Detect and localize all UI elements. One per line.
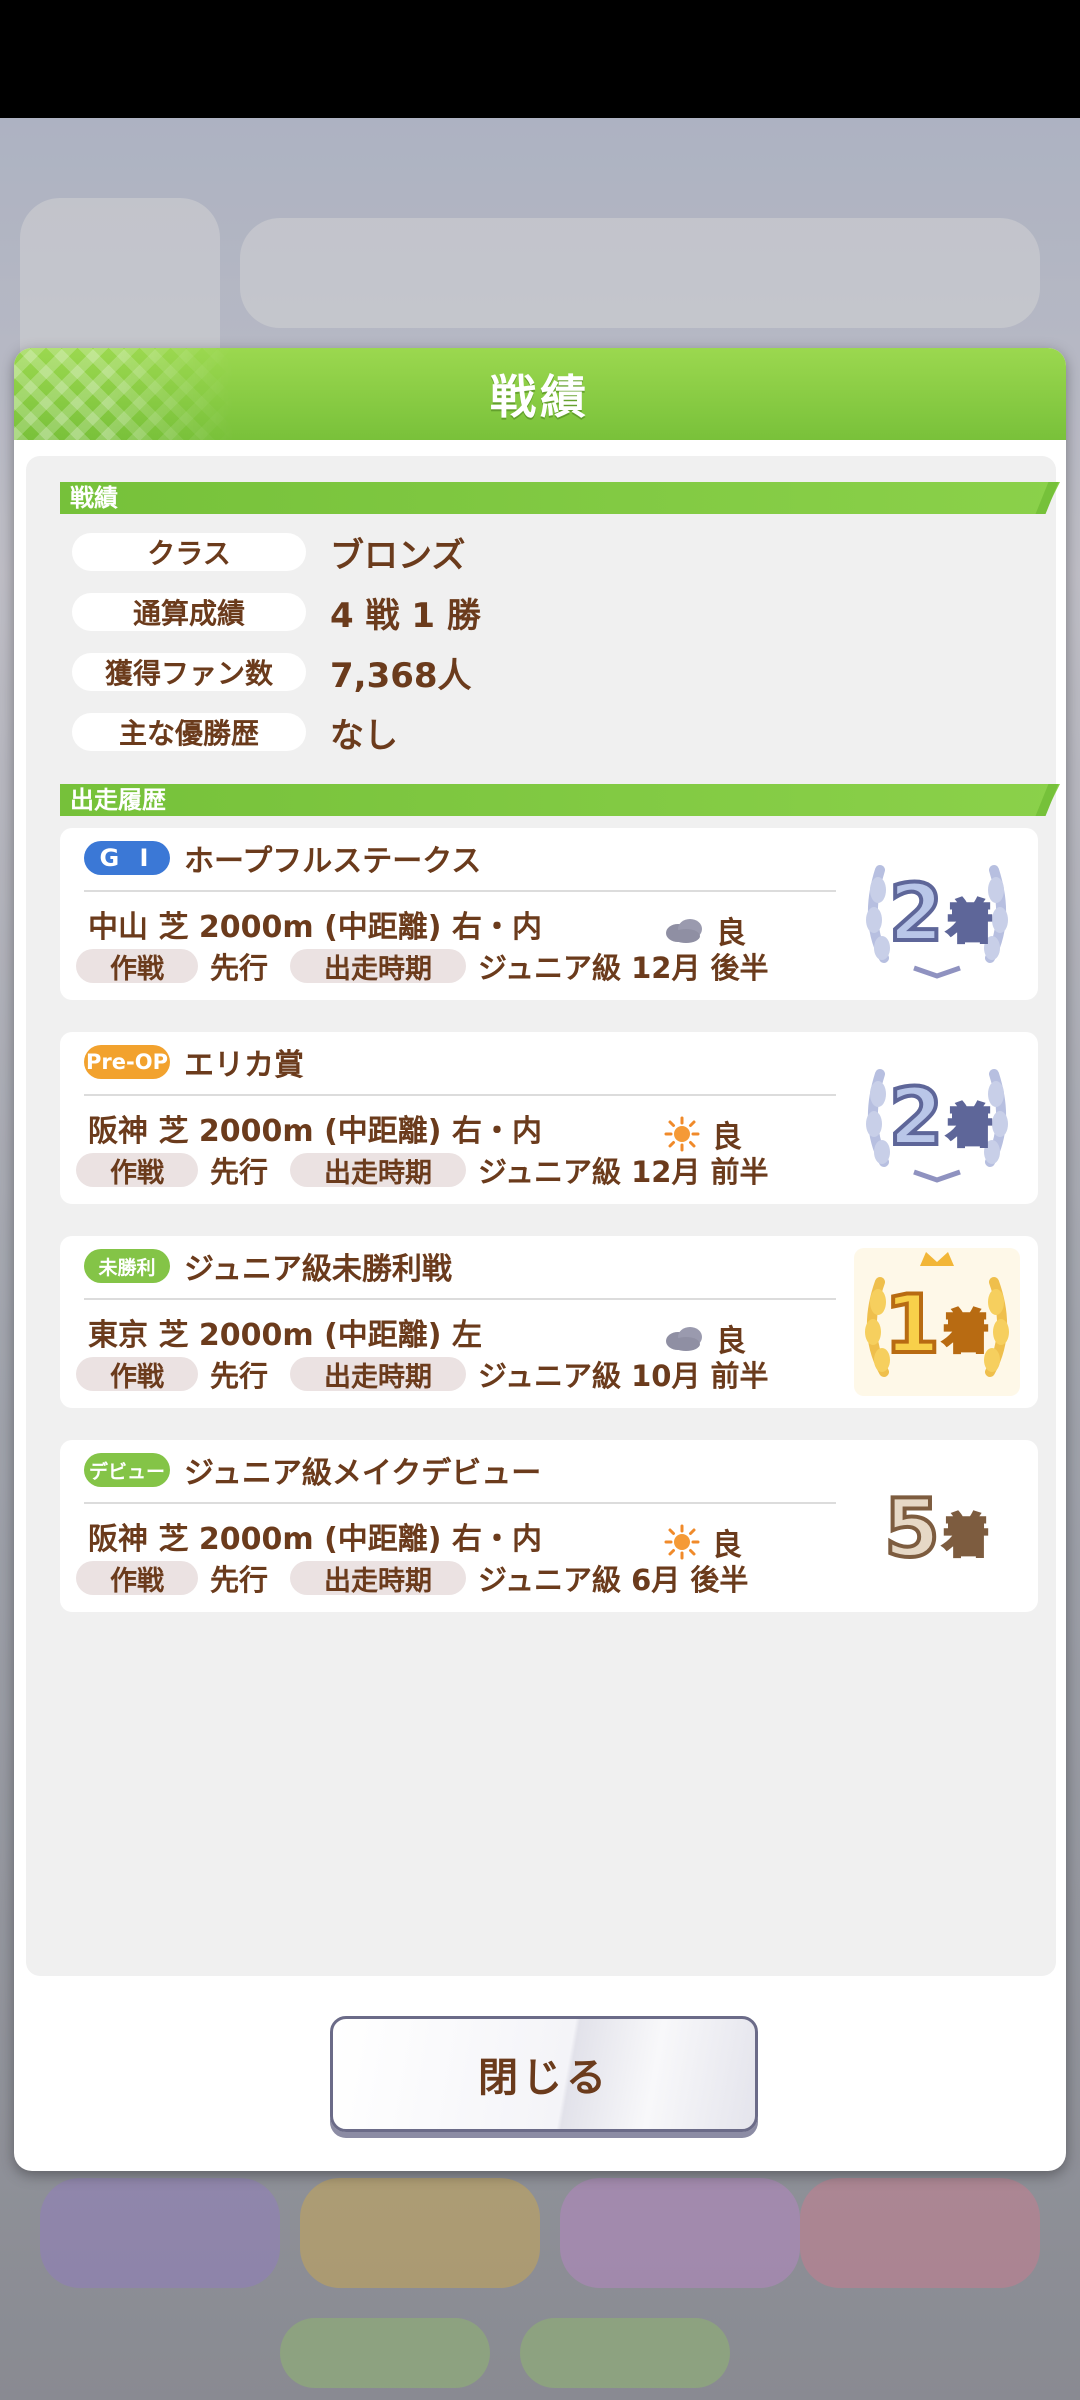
record-section-label: 戦績 — [70, 484, 118, 512]
dialog-title: 戦績 — [490, 370, 590, 424]
record-panel: 戦績 クラス ブロンズ 通算成績 4 戦 1 勝 獲得ファン数 7,368人 主… — [26, 456, 1060, 1976]
period-label: 出走時期 — [290, 1357, 467, 1393]
stat-value-total-record: 4 戦 1 勝 — [330, 595, 481, 636]
strategy-label: 作戦 — [76, 949, 198, 985]
race-card[interactable]: 未勝利 ジュニア級未勝利戦 東京 芝 2000m (中距離) 左 良 作戦 先行… — [60, 1236, 1038, 1408]
sunny-icon — [664, 1116, 700, 1152]
svg-text:5: 5 — [884, 1482, 940, 1575]
race-detail: 東京 芝 2000m (中距離) 左 — [88, 1318, 482, 1353]
svg-text:1: 1 — [884, 1278, 940, 1371]
race-detail: 阪神 芝 2000m (中距離) 右・内 — [88, 1522, 542, 1557]
period-label: 出走時期 — [290, 1153, 467, 1189]
svg-text:2: 2 — [889, 869, 943, 959]
place-silver-2-icon: 2 着 — [866, 1069, 1008, 1183]
status-bar — [0, 0, 1080, 118]
race-name: ホープフルステークス — [184, 844, 482, 879]
cloudy-icon — [666, 1327, 702, 1351]
race-card[interactable]: Pre-OP エリカ賞 阪神 芝 2000m (中距離) 右・内 良 作戦 先行… — [60, 1032, 1038, 1204]
stat-row-fans: 獲得ファン数 7,368人 — [72, 652, 472, 696]
grade-badge: Pre-OP — [84, 1045, 170, 1079]
stat-row-class: クラス ブロンズ — [72, 532, 465, 576]
svg-text:着: 着 — [947, 1099, 993, 1153]
race-detail: 中山 芝 2000m (中距離) 右・内 — [88, 910, 542, 945]
race-name: ジュニア級メイクデビュー — [184, 1456, 542, 1491]
strategy-value: 先行 — [210, 1359, 269, 1393]
race-card[interactable]: デビュー ジュニア級メイクデビュー 阪神 芝 2000m (中距離) 右・内 良… — [60, 1440, 1038, 1612]
grade-badge: G I — [84, 841, 170, 875]
period-value: ジュニア級 12月 後半 — [478, 951, 769, 985]
race-name: エリカ賞 — [184, 1048, 304, 1083]
strategy-label: 作戦 — [76, 1561, 198, 1597]
strategy-value: 先行 — [210, 1563, 269, 1597]
stat-row-total-record: 通算成績 4 戦 1 勝 — [72, 592, 481, 636]
period-value: ジュニア級 6月 後半 — [478, 1563, 749, 1597]
race-detail: 阪神 芝 2000m (中距離) 右・内 — [88, 1114, 542, 1149]
grade-badge: 未勝利 — [84, 1249, 170, 1283]
period-label: 出走時期 — [290, 1561, 467, 1597]
strategy-label: 作戦 — [76, 1357, 198, 1393]
period-value: ジュニア級 12月 前半 — [478, 1155, 769, 1189]
race-card[interactable]: G I ホープフルステークス 中山 芝 2000m (中距離) 右・内 良 作戦… — [60, 828, 1038, 1000]
sunny-icon — [664, 1524, 700, 1560]
stat-row-wins: 主な優勝歴 なし — [72, 712, 398, 756]
stat-key-class: クラス — [72, 533, 306, 571]
close-button[interactable]: 閉じる — [330, 2016, 758, 2132]
stat-value-class: ブロンズ — [330, 535, 466, 576]
place-5-icon: 5 着 — [882, 1480, 990, 1577]
svg-text:2: 2 — [889, 1073, 943, 1163]
svg-text:着: 着 — [943, 1305, 989, 1359]
strategy-label: 作戦 — [76, 1153, 198, 1189]
stat-value-wins: なし — [330, 715, 398, 756]
stat-value-fans: 7,368人 — [330, 655, 472, 696]
stat-key-wins: 主な優勝歴 — [72, 713, 306, 751]
stat-key-total-record: 通算成績 — [72, 593, 306, 631]
grade-badge: デビュー — [84, 1453, 170, 1487]
race-record-dialog: 戦績 戦績 クラス ブロンズ 通算成績 4 戦 1 勝 獲得ファン数 7,368… — [14, 348, 1066, 2171]
strategy-value: 先行 — [210, 951, 269, 985]
svg-text:着: 着 — [943, 1509, 989, 1563]
strategy-value: 先行 — [210, 1155, 269, 1189]
cloudy-icon — [666, 919, 702, 943]
record-section-header: 戦績 — [60, 482, 1060, 514]
period-value: ジュニア級 10月 前半 — [478, 1359, 769, 1393]
history-section-header: 出走履歴 — [60, 784, 1060, 816]
dialog-header: 戦績 — [14, 348, 1066, 440]
race-name: ジュニア級未勝利戦 — [184, 1252, 452, 1287]
period-label: 出走時期 — [290, 949, 467, 985]
svg-text:着: 着 — [947, 895, 993, 949]
history-section-label: 出走履歴 — [70, 786, 166, 814]
stat-key-fans: 獲得ファン数 — [72, 653, 306, 691]
place-silver-2-icon: 2 着 — [866, 865, 1008, 979]
place-gold-1-icon: 1 着 — [854, 1248, 1020, 1396]
